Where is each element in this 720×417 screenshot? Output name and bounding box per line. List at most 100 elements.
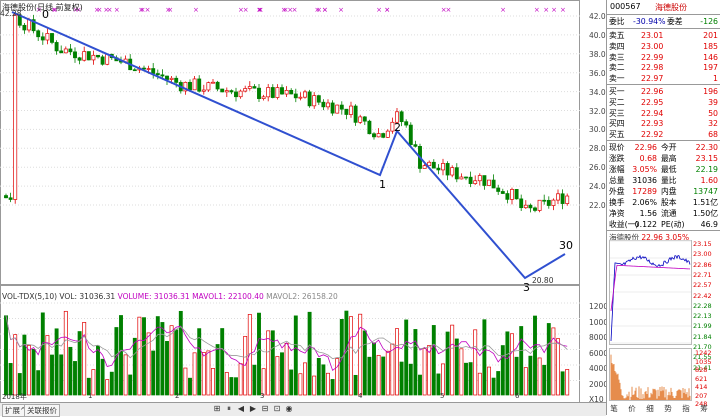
event-marker: × — [543, 6, 549, 14]
mini-price-tick: 21.84 — [693, 332, 712, 341]
volume-bar — [537, 357, 542, 396]
right-panel-tab[interactable]: 细 — [644, 404, 656, 414]
wave-label-2: 2 — [394, 121, 401, 134]
candle — [91, 54, 96, 61]
mavol2-value: MAVOL2: 26158.20 — [266, 292, 338, 301]
candle — [174, 77, 179, 83]
related-quote-tab[interactable]: 关联报价 — [24, 404, 60, 417]
volume-bar — [178, 310, 183, 396]
ratio-row: 委比 -30.94% 委差 -126 — [607, 16, 720, 27]
right-panel-tab[interactable]: 指 — [680, 404, 692, 414]
bottom-toolbar: 扩展^ 关联报价 ⊞ ⏸ ◀ ▶ ⊟ ⊡ ◉ — [0, 402, 606, 417]
mini-price-tick: 22.28 — [693, 301, 712, 310]
candle — [560, 193, 565, 204]
volume-svg[interactable] — [0, 285, 580, 405]
volume-bar — [188, 377, 192, 396]
event-marker: × — [287, 6, 293, 14]
candle — [132, 69, 137, 72]
bid-volume: 39 — [708, 97, 718, 107]
candle — [40, 36, 45, 41]
volume-bar — [533, 315, 537, 396]
quote-label-right: 流通 — [661, 209, 677, 218]
volume-bar — [496, 371, 501, 396]
candle — [77, 57, 82, 61]
candle — [427, 161, 432, 166]
next-icon[interactable]: ▶ — [248, 404, 258, 414]
fit-icon[interactable]: ⊡ — [272, 404, 282, 414]
mini-price-tick: 22.57 — [693, 281, 712, 290]
event-marker: × — [322, 6, 328, 14]
event-marker: × — [281, 6, 287, 14]
candle — [537, 199, 542, 211]
volume-bar — [353, 374, 358, 396]
volume-bar — [63, 310, 68, 396]
quote-label-left: 现价 — [609, 143, 625, 152]
volume-chart[interactable] — [0, 285, 580, 405]
candle — [146, 68, 151, 70]
right-panel-tab[interactable]: 价 — [626, 404, 638, 414]
volume-bar — [82, 322, 87, 396]
volume-bar — [160, 322, 165, 396]
zoom-in-icon[interactable]: ⊞ — [212, 404, 222, 414]
candle — [22, 24, 27, 31]
volume-bar — [13, 334, 18, 396]
bid-price: 22.94 — [641, 108, 664, 118]
date-label: 3 — [260, 392, 265, 400]
kline-svg[interactable]: × ×× × × ×× ×××× ××× ×× ×× ×××× × ×× × ×× × × ××× ××× ××× × — [0, 0, 580, 285]
bid-label: 买四 — [609, 119, 625, 129]
quote-label-right: PE(动) — [661, 220, 685, 229]
quote-value-left: 0.122 — [634, 220, 657, 229]
candle — [197, 78, 202, 92]
candle — [330, 102, 335, 114]
bid-row: 买一 22.96 196 — [607, 86, 720, 97]
candle — [542, 199, 547, 202]
right-panel-tab[interactable]: 筹 — [698, 404, 710, 414]
candle — [224, 90, 229, 93]
candle — [367, 120, 372, 135]
pause-icon[interactable]: ⏸ — [224, 404, 234, 414]
ask-label: 卖一 — [609, 74, 625, 84]
quote-row: 收益(一) 0.122 PE(动) 46.9 — [607, 219, 720, 230]
quote-value-right: 1.51亿 — [692, 198, 718, 207]
prev-icon[interactable]: ◀ — [236, 404, 246, 414]
wave-label-1: 1 — [379, 178, 386, 191]
zoom-out-icon[interactable]: ⊟ — [260, 404, 270, 414]
event-marker: × — [193, 6, 199, 14]
volume-bar — [137, 316, 142, 396]
candle — [63, 48, 68, 54]
ask-price: 23.00 — [641, 41, 664, 51]
candle — [280, 87, 284, 95]
quote-value-left: 0.68 — [639, 154, 657, 163]
event-marker: × — [138, 6, 144, 14]
bid-volume: 196 — [703, 87, 718, 96]
candle — [73, 51, 77, 59]
volume-bar — [293, 315, 298, 396]
right-panel-tab[interactable]: 势 — [662, 404, 674, 414]
quote-label-left: 换手 — [609, 198, 625, 207]
quote-row: 涨跌 0.68 最高 23.15 — [607, 153, 720, 164]
event-marker: × — [258, 6, 264, 14]
candle — [385, 130, 390, 138]
volume-bar — [321, 364, 326, 396]
ask-label: 卖五 — [609, 31, 625, 40]
candle — [510, 189, 514, 200]
volume-bar — [234, 377, 238, 396]
settings-icon[interactable]: ◉ — [284, 404, 294, 414]
candle — [491, 179, 496, 189]
quote-label-right: 内盘 — [661, 187, 677, 196]
quote-row: 现价 22.96 今开 22.30 — [607, 142, 720, 153]
volume-bar — [565, 369, 570, 396]
volume-bar — [330, 379, 335, 396]
volume-bar — [408, 363, 413, 396]
candle — [523, 204, 528, 209]
volume-bar — [454, 338, 459, 396]
ask-label: 卖三 — [609, 52, 625, 62]
ask-row: 卖二 22.98 197 — [607, 62, 720, 73]
date-label: 6 — [515, 392, 520, 400]
kline-chart[interactable]: × × × × × × × × × × × × × × × × × × × × × × × × × × × × × × × × × × × × × × × × — [0, 0, 580, 285]
volume-bar — [303, 362, 307, 396]
candle — [215, 81, 220, 90]
right-panel-tab[interactable]: 笔 — [608, 404, 620, 414]
date-label: 5 — [440, 392, 445, 400]
mini-price-tick: 22.42 — [693, 291, 712, 300]
